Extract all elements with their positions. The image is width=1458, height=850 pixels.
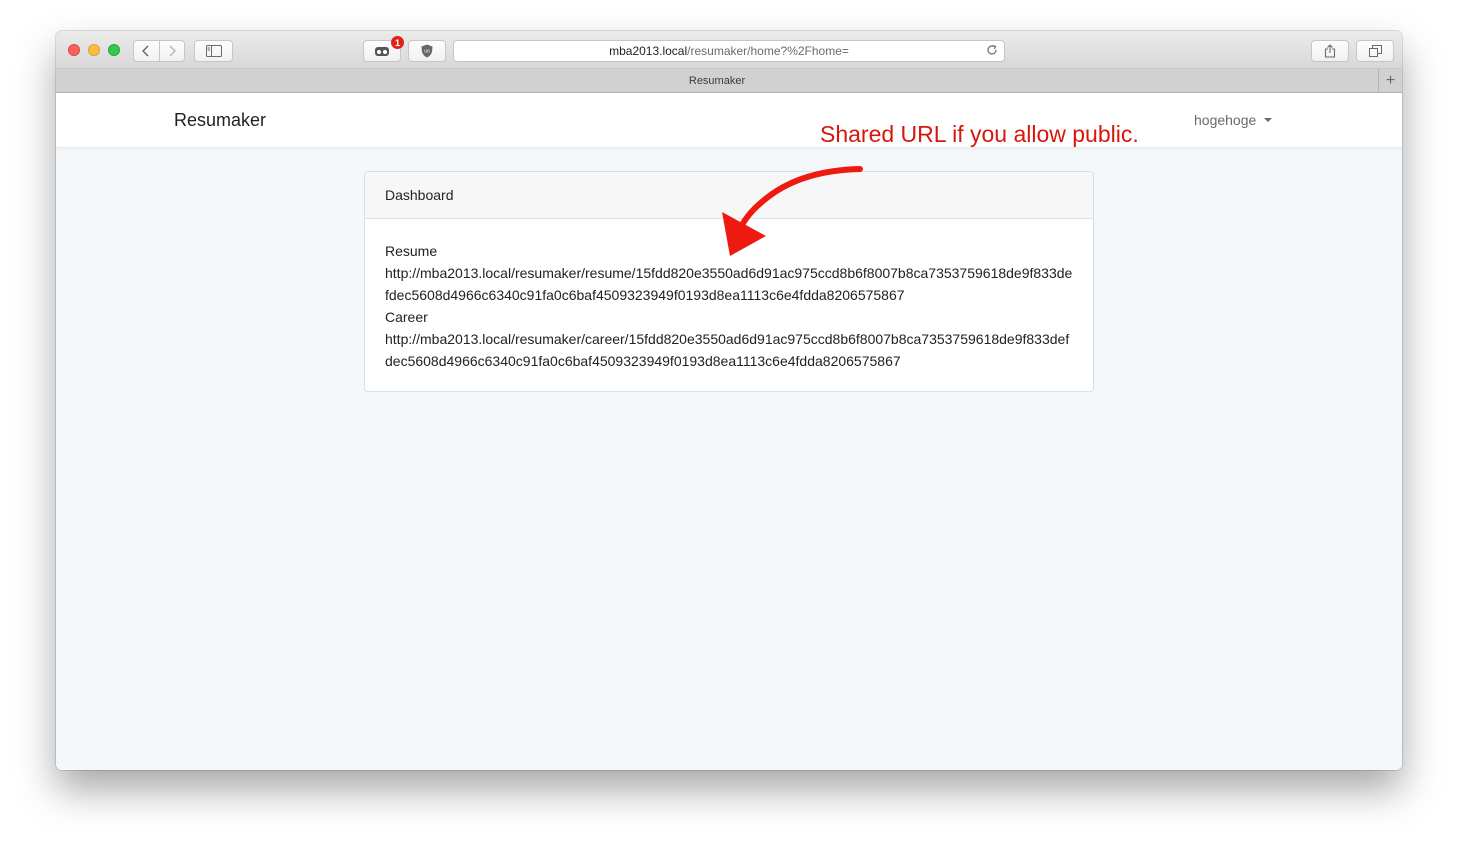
dashboard-card: Dashboard Resume http://mba2013.local/re… — [364, 171, 1094, 392]
close-window-button[interactable] — [68, 44, 80, 56]
url-path: /resumaker/home?%2Fhome= — [687, 44, 849, 58]
career-label: Career — [385, 309, 428, 325]
history-nav-group — [133, 40, 185, 62]
minimize-window-button[interactable] — [88, 44, 100, 56]
annotation-note: Shared URL if you allow public. — [820, 121, 1139, 147]
browser-window: 1 uo mba2013.local/resumaker/home?%2Fhom… — [56, 31, 1402, 770]
notification-badge: 1 — [391, 36, 404, 49]
tab-bar: Resumaker + — [56, 69, 1402, 93]
zoom-window-button[interactable] — [108, 44, 120, 56]
address-bar[interactable]: mba2013.local/resumaker/home?%2Fhome= — [453, 40, 1005, 62]
career-url[interactable]: http://mba2013.local/resumaker/career/15… — [385, 328, 1073, 372]
web-page: Resumaker hogehoge Dashboard Resume http… — [56, 93, 1402, 770]
sidebar-toggle-button[interactable] — [194, 40, 233, 62]
user-name: hogehoge — [1194, 112, 1257, 128]
ublock-button[interactable]: uo — [408, 40, 446, 62]
site-navbar: Resumaker hogehoge — [56, 93, 1402, 148]
sidebar-icon — [205, 45, 222, 57]
resume-label: Resume — [385, 243, 438, 259]
caret-down-icon — [1264, 118, 1273, 122]
card-header: Dashboard — [365, 172, 1093, 219]
shield-icon: uo — [421, 44, 433, 58]
user-menu[interactable]: hogehoge — [1194, 112, 1273, 128]
reload-icon[interactable] — [986, 43, 998, 59]
card-body: Resume http://mba2013.local/resumaker/re… — [365, 219, 1093, 391]
tab-overview-button[interactable] — [1356, 40, 1394, 62]
brand-link[interactable]: Resumaker — [174, 110, 266, 131]
share-button[interactable] — [1311, 40, 1349, 62]
resume-url[interactable]: http://mba2013.local/resumaker/resume/15… — [385, 262, 1073, 306]
url-host: mba2013.local — [609, 44, 688, 58]
forward-icon[interactable] — [160, 41, 185, 61]
new-tab-button[interactable]: + — [1378, 69, 1402, 92]
back-icon[interactable] — [134, 41, 160, 61]
extension-icon — [375, 47, 389, 56]
active-tab[interactable]: Resumaker — [56, 69, 1378, 92]
share-icon — [1324, 44, 1336, 58]
svg-text:uo: uo — [424, 49, 430, 55]
tabs-icon — [1368, 45, 1382, 57]
browser-toolbar: 1 uo mba2013.local/resumaker/home?%2Fhom… — [56, 31, 1402, 69]
extension-button[interactable]: 1 — [363, 36, 404, 62]
